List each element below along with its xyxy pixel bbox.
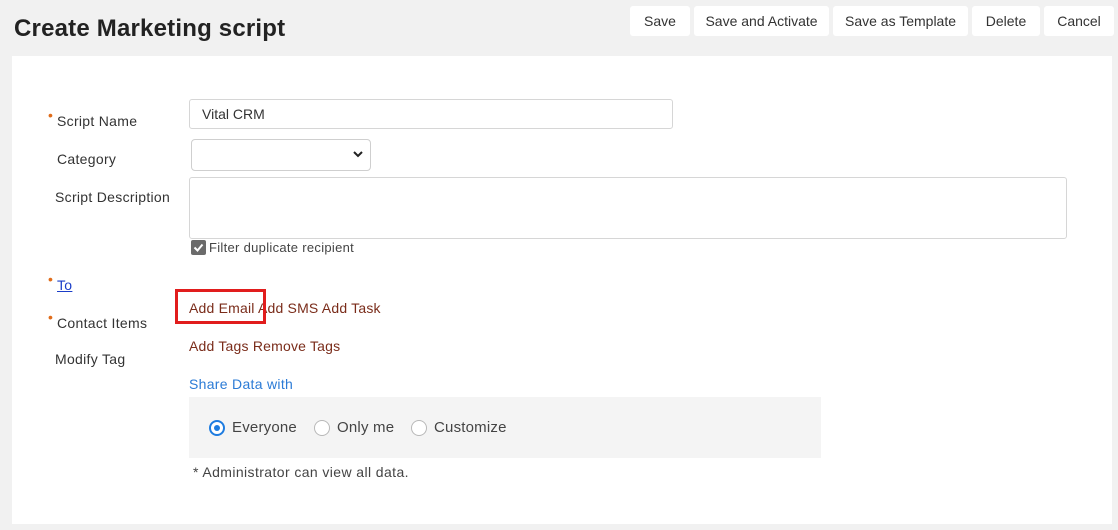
delete-button[interactable]: Delete xyxy=(972,6,1040,36)
highlight-box xyxy=(175,289,266,324)
page-title: Create Marketing script xyxy=(14,15,286,42)
script-description-textarea[interactable] xyxy=(189,177,1067,239)
required-marker: • xyxy=(48,271,53,287)
add-task-link[interactable]: Add Task xyxy=(322,300,381,316)
toolbar: Save Save and Activate Save as Template … xyxy=(630,6,1114,36)
filter-duplicate-label: Filter duplicate recipient xyxy=(209,240,355,255)
radio-everyone[interactable]: Everyone xyxy=(209,419,297,436)
add-sms-link[interactable]: Add SMS xyxy=(258,300,322,316)
script-description-label: Script Description xyxy=(55,189,171,205)
radio-everyone-label: Everyone xyxy=(232,419,297,436)
add-tags-link[interactable]: Add Tags xyxy=(189,338,253,354)
script-name-label: Script Name xyxy=(57,113,138,129)
filter-duplicate-checkbox[interactable] xyxy=(191,240,206,255)
form-panel: • Script Name Category Script Descriptio… xyxy=(12,56,1112,524)
chevron-down-icon xyxy=(353,151,363,158)
radio-customize-label: Customize xyxy=(434,419,507,436)
admin-note: * Administrator can view all data. xyxy=(193,464,409,480)
radio-button[interactable] xyxy=(411,419,427,436)
share-data-link[interactable]: Share Data with xyxy=(189,376,293,392)
remove-tags-link[interactable]: Remove Tags xyxy=(253,338,341,354)
modify-tag-label: Modify Tag xyxy=(55,351,126,367)
save-and-activate-button[interactable]: Save and Activate xyxy=(694,6,829,36)
filter-duplicate-row: Filter duplicate recipient xyxy=(191,240,354,255)
required-marker: • xyxy=(48,309,53,325)
save-button[interactable]: Save xyxy=(630,6,690,36)
save-as-template-button[interactable]: Save as Template xyxy=(833,6,968,36)
category-label: Category xyxy=(57,151,117,167)
checkmark-icon xyxy=(193,243,204,252)
radio-only-me-label: Only me xyxy=(337,419,395,436)
category-select[interactable] xyxy=(191,139,371,171)
required-marker: • xyxy=(48,107,53,123)
share-options: Everyone Only me Customize xyxy=(189,397,821,458)
cancel-button[interactable]: Cancel xyxy=(1044,6,1114,36)
radio-only-me[interactable]: Only me xyxy=(314,419,394,436)
radio-customize[interactable]: Customize xyxy=(411,419,507,436)
radio-button[interactable] xyxy=(314,419,330,436)
to-link[interactable]: To xyxy=(57,277,72,293)
radio-button-selected[interactable] xyxy=(209,419,225,436)
contact-items-label: Contact Items xyxy=(57,315,148,331)
tag-actions: Add Tags Remove Tags xyxy=(189,338,340,354)
script-name-input[interactable] xyxy=(189,99,673,129)
